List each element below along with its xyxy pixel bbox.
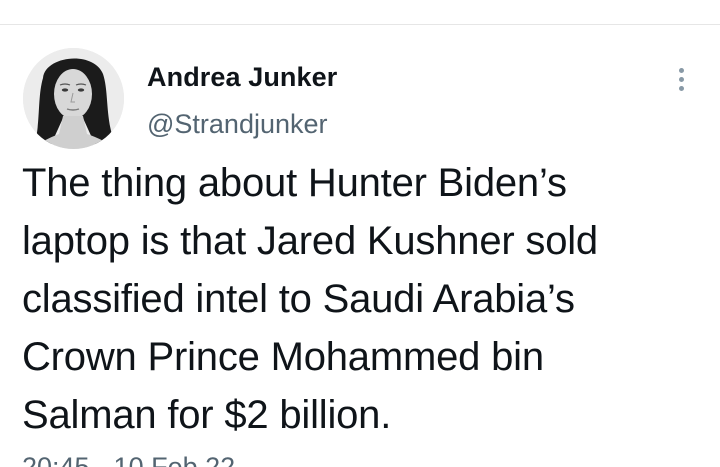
avatar-photo: [23, 48, 124, 149]
tweet-text-line: classified intel to Saudi Arabia’s: [22, 277, 575, 321]
tweet-card: Andrea Junker @Strandjunker The thing ab…: [0, 25, 720, 467]
tweet-text-line: The thing about Hunter Biden’s: [22, 161, 567, 205]
tweet-text: The thing about Hunter Biden’s laptop is…: [22, 154, 712, 444]
tweet-text-line: laptop is that Jared Kushner sold: [22, 219, 598, 263]
tweet-text-line: Salman for $2 billion.: [22, 393, 392, 437]
tweet-text-line: Crown Prince Mohammed bin: [22, 335, 544, 379]
author-handle[interactable]: @Strandjunker: [147, 109, 328, 140]
more-dot: [679, 86, 684, 91]
more-dot: [679, 77, 684, 82]
tweet-timestamp[interactable]: 20:45 · 10 Feb 22: [22, 452, 235, 467]
more-vertical-icon[interactable]: [668, 64, 696, 96]
author-name[interactable]: Andrea Junker: [147, 62, 337, 93]
more-dot: [679, 68, 684, 73]
avatar[interactable]: [23, 48, 124, 149]
